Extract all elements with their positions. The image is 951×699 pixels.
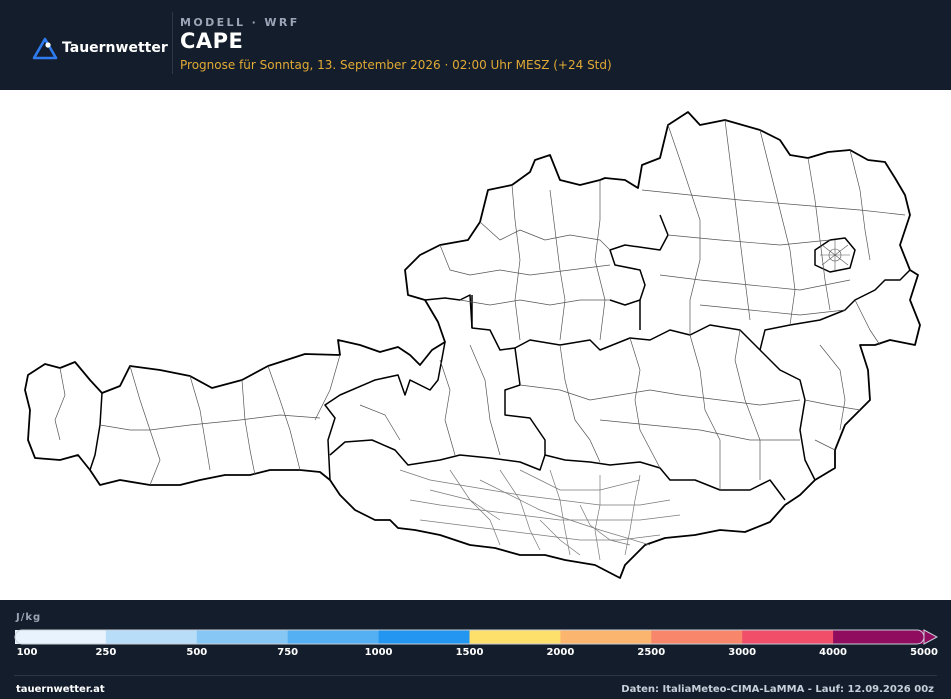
scale-arrow-icon [923,629,938,645]
site-url[interactable]: tauernwetter.at [16,684,105,695]
scale-tick-label: 100 [16,647,38,658]
footer-divider [14,675,937,676]
legend-unit: J/kg [16,612,42,623]
scale-tick-label: 1000 [364,647,393,658]
forecast-subtitle: Prognose für Sonntag, 13. September 2026… [180,58,612,72]
data-credits: Daten: ItaliaMeteo-CIMA-LaMMA - Lauf: 12… [621,684,934,695]
header-divider [172,12,173,74]
scale-segment [833,630,925,644]
scale-tick-label: 5000 [910,647,938,658]
header: Tauernwetter MODELL · WRF CAPE Prognose … [0,0,951,90]
scale-tick-label: 250 [95,647,117,658]
scale-tick-label: 500 [186,647,208,658]
austria-map [0,90,951,600]
scale-segment [742,630,834,644]
scale-segment [469,630,561,644]
brand-name: Tauernwetter [62,40,168,56]
scale-segment [105,630,198,644]
footer: tauernwetter.at Daten: ItaliaMeteo-CIMA-… [0,675,951,699]
color-scale-bar [14,629,938,645]
model-label: MODELL · WRF [180,16,300,29]
scale-segment [287,630,380,644]
mountain-logo-icon [32,37,58,60]
scale-tick-label: 4000 [819,647,848,658]
scale-tick-label: 2500 [637,647,666,658]
scale-segment [560,630,652,644]
brand-logo[interactable]: Tauernwetter [32,36,168,60]
scale-tick-label: 2000 [546,647,575,658]
legend: J/kg 100 250 500 750 1000 1500 2000 2500 3000 400… [0,600,951,672]
scale-segment [378,630,470,644]
scale-tick-label: 3000 [728,647,757,658]
scale-segment [15,630,107,644]
scale-tick-label: 750 [277,647,299,658]
scale-segment [651,630,743,644]
map-area[interactable] [0,90,951,600]
map-title: CAPE [180,29,244,53]
scale-segment [196,630,289,644]
scale-tick-label: 1500 [455,647,484,658]
